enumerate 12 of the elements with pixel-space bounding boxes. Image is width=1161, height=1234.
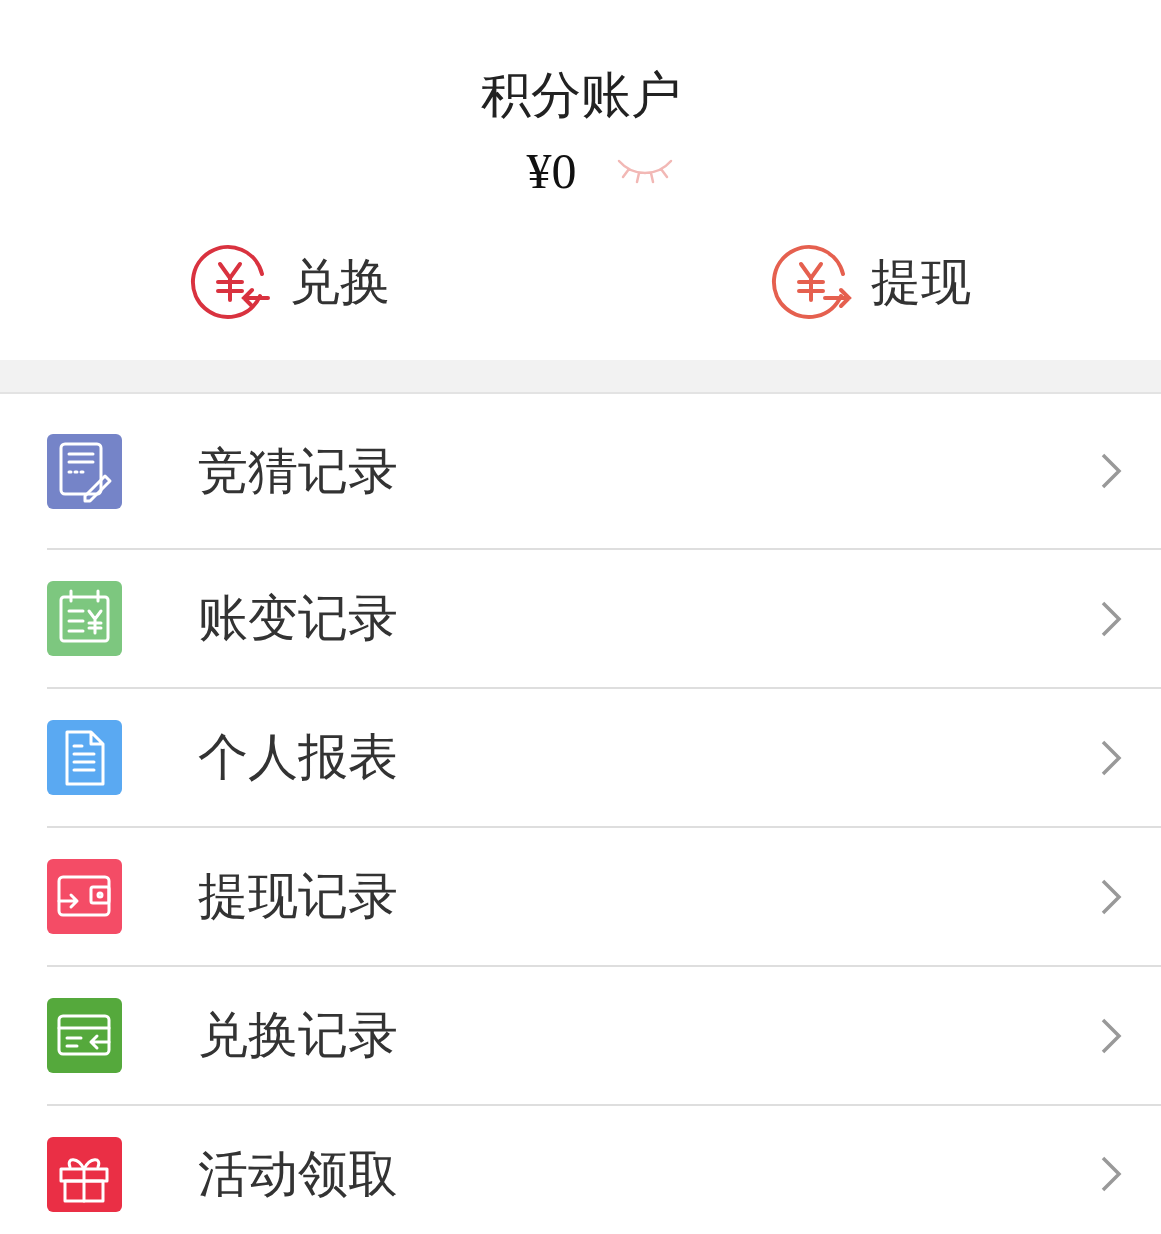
- page-title: 积分账户: [480, 65, 681, 126]
- action-button[interactable]: 兑换: [0, 240, 581, 324]
- chevron-right-icon: [1099, 1154, 1123, 1194]
- action-button[interactable]: 提现: [580, 240, 1161, 324]
- chevron-right-icon: [1099, 451, 1123, 491]
- menu-item[interactable]: 个人报表: [47, 689, 1161, 828]
- menu-item[interactable]: 兑换记录: [47, 967, 1161, 1106]
- menu-item[interactable]: 活动领取: [47, 1106, 1161, 1234]
- menu-item[interactable]: 账变记录: [47, 550, 1161, 689]
- menu-item[interactable]: 提现记录: [47, 828, 1161, 967]
- balance-amount: ¥0: [526, 142, 577, 201]
- menu-item[interactable]: 竞猜记录: [47, 394, 1161, 550]
